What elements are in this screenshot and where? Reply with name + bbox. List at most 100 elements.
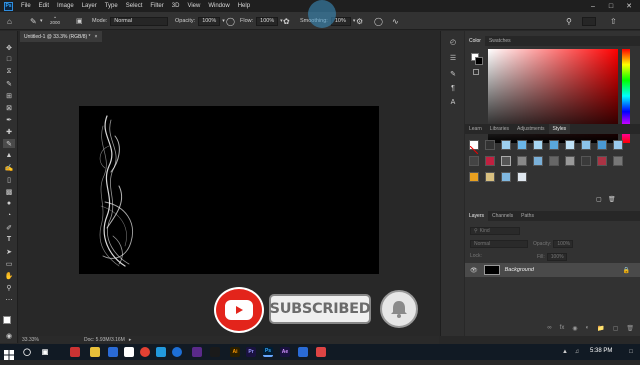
- style-swatch[interactable]: [565, 156, 575, 166]
- style-swatch[interactable]: [517, 172, 527, 182]
- chevron-right-icon[interactable]: ▸: [129, 337, 132, 343]
- hand-tool-icon[interactable]: ✋: [3, 271, 15, 280]
- after-effects-icon[interactable]: Ae: [280, 347, 290, 357]
- layer-opacity-input[interactable]: 100%: [553, 240, 574, 248]
- style-swatch[interactable]: [485, 172, 495, 182]
- foreground-color-swatch[interactable]: [3, 316, 11, 324]
- maximize-icon[interactable]: □: [602, 0, 620, 12]
- workspace-button[interactable]: [582, 15, 596, 27]
- menu-file[interactable]: File: [21, 3, 31, 9]
- path-select-tool-icon[interactable]: ➤: [3, 247, 15, 256]
- style-swatch[interactable]: [581, 156, 591, 166]
- link-icon[interactable]: ∞: [547, 325, 551, 331]
- visual-studio-icon[interactable]: [192, 347, 202, 357]
- new-layer-icon[interactable]: ▢: [613, 325, 619, 332]
- menu-3d[interactable]: 3D: [172, 3, 180, 9]
- gamut-warning-icon[interactable]: [473, 69, 479, 75]
- fx-icon[interactable]: fx: [560, 325, 565, 331]
- lasso-tool-icon[interactable]: ⧖: [3, 67, 15, 76]
- menu-window[interactable]: Window: [208, 3, 229, 9]
- search-icon[interactable]: ⚲: [566, 15, 572, 27]
- premiere-icon[interactable]: Pr: [246, 347, 256, 357]
- menu-edit[interactable]: Edit: [39, 3, 49, 9]
- style-swatch[interactable]: [501, 172, 511, 182]
- chevron-down-icon[interactable]: ▾: [353, 18, 356, 24]
- style-swatch[interactable]: [469, 156, 479, 166]
- windows-start-icon[interactable]: [4, 347, 14, 360]
- dodge-tool-icon[interactable]: ◔: [3, 211, 15, 220]
- brush-preset-icon[interactable]: ✎: [30, 15, 37, 27]
- paragraph-icon[interactable]: ¶: [448, 83, 458, 93]
- style-swatch[interactable]: [581, 140, 591, 150]
- style-swatch[interactable]: [613, 140, 623, 150]
- bell-icon[interactable]: [380, 290, 418, 328]
- search-icon[interactable]: ◯: [22, 347, 32, 357]
- properties-icon[interactable]: ☰: [448, 53, 458, 63]
- menu-image[interactable]: Image: [57, 3, 74, 9]
- marquee-tool-icon[interactable]: □: [3, 55, 15, 64]
- trash-icon[interactable]: 🗑: [626, 325, 634, 332]
- photoshop-logo[interactable]: Ps: [4, 1, 13, 11]
- blur-tool-icon[interactable]: ●: [3, 199, 15, 208]
- share-icon[interactable]: ⇧: [610, 15, 617, 27]
- menu-layer[interactable]: Layer: [82, 3, 97, 9]
- style-swatch[interactable]: [517, 156, 527, 166]
- type-tool-icon[interactable]: T: [3, 235, 15, 244]
- brush-size[interactable]: • 2000: [50, 15, 60, 27]
- ae-icon[interactable]: [210, 347, 220, 357]
- style-swatch[interactable]: [565, 140, 575, 150]
- healing-tool-icon[interactable]: ✚: [3, 127, 15, 136]
- airbrush-icon[interactable]: ✿: [283, 15, 290, 27]
- gradient-tool-icon[interactable]: ▩: [3, 187, 15, 196]
- app-icon[interactable]: [156, 347, 166, 357]
- style-none-swatch[interactable]: [469, 140, 479, 155]
- photoshop-taskbar-icon[interactable]: Ps: [263, 347, 273, 357]
- layer-filter-select[interactable]: ⚲ Kind: [470, 227, 520, 235]
- blend-mode-select[interactable]: Normal: [470, 240, 528, 248]
- style-swatch[interactable]: [597, 156, 607, 166]
- crop-tool-icon[interactable]: ⊞: [3, 91, 15, 100]
- tab-paths[interactable]: Paths: [517, 211, 538, 221]
- tab-layers[interactable]: Layers: [465, 211, 489, 221]
- layer-row-background[interactable]: 👁 Background 🔒: [465, 263, 640, 277]
- network-icon[interactable]: ▲: [560, 347, 570, 357]
- pressure-opacity-icon[interactable]: ◯: [226, 15, 235, 27]
- browser-icon[interactable]: [140, 347, 150, 357]
- app-icon[interactable]: [298, 347, 308, 357]
- fill-input[interactable]: 100%: [546, 253, 567, 261]
- frame-tool-icon[interactable]: ⊠: [3, 103, 15, 112]
- shape-tool-icon[interactable]: ▭: [3, 259, 15, 268]
- tab-styles[interactable]: Styles: [548, 124, 571, 134]
- tab-adjustments[interactable]: Adjustments: [513, 124, 549, 134]
- document-canvas[interactable]: [79, 106, 379, 274]
- volume-icon[interactable]: ♫: [572, 347, 582, 357]
- style-swatch[interactable]: [501, 156, 511, 166]
- symmetry-icon[interactable]: ∿: [392, 15, 399, 27]
- chevron-down-icon[interactable]: ▾: [40, 15, 43, 27]
- app-icon[interactable]: [108, 347, 118, 357]
- style-swatch[interactable]: [469, 172, 479, 182]
- style-swatch[interactable]: [533, 140, 543, 150]
- style-swatch[interactable]: [485, 140, 495, 150]
- style-swatch[interactable]: [613, 156, 623, 166]
- bg-color-chip[interactable]: [475, 57, 483, 65]
- style-swatch[interactable]: [485, 156, 495, 166]
- style-swatch[interactable]: [533, 156, 543, 166]
- menu-view[interactable]: View: [187, 3, 200, 9]
- history-brush-tool-icon[interactable]: ✍: [3, 163, 15, 172]
- close-tab-icon[interactable]: ×: [95, 34, 98, 40]
- gear-icon[interactable]: ⚙: [356, 15, 363, 27]
- mask-icon[interactable]: ◉: [572, 325, 577, 332]
- menu-type[interactable]: Type: [105, 3, 118, 9]
- style-swatch[interactable]: [501, 140, 511, 150]
- flow-input[interactable]: 100%: [256, 16, 279, 26]
- quick-mask-icon[interactable]: ◉: [3, 331, 15, 340]
- menu-select[interactable]: Select: [126, 3, 143, 9]
- tab-libraries[interactable]: Libraries: [486, 124, 513, 134]
- home-icon[interactable]: ⌂: [7, 15, 12, 27]
- new-style-icon[interactable]: ▢: [596, 196, 602, 203]
- tab-channels[interactable]: Channels: [488, 211, 517, 221]
- app-icon[interactable]: [70, 347, 80, 357]
- pen-tool-icon[interactable]: ✐: [3, 223, 15, 232]
- pressure-size-icon[interactable]: ◯: [374, 15, 383, 27]
